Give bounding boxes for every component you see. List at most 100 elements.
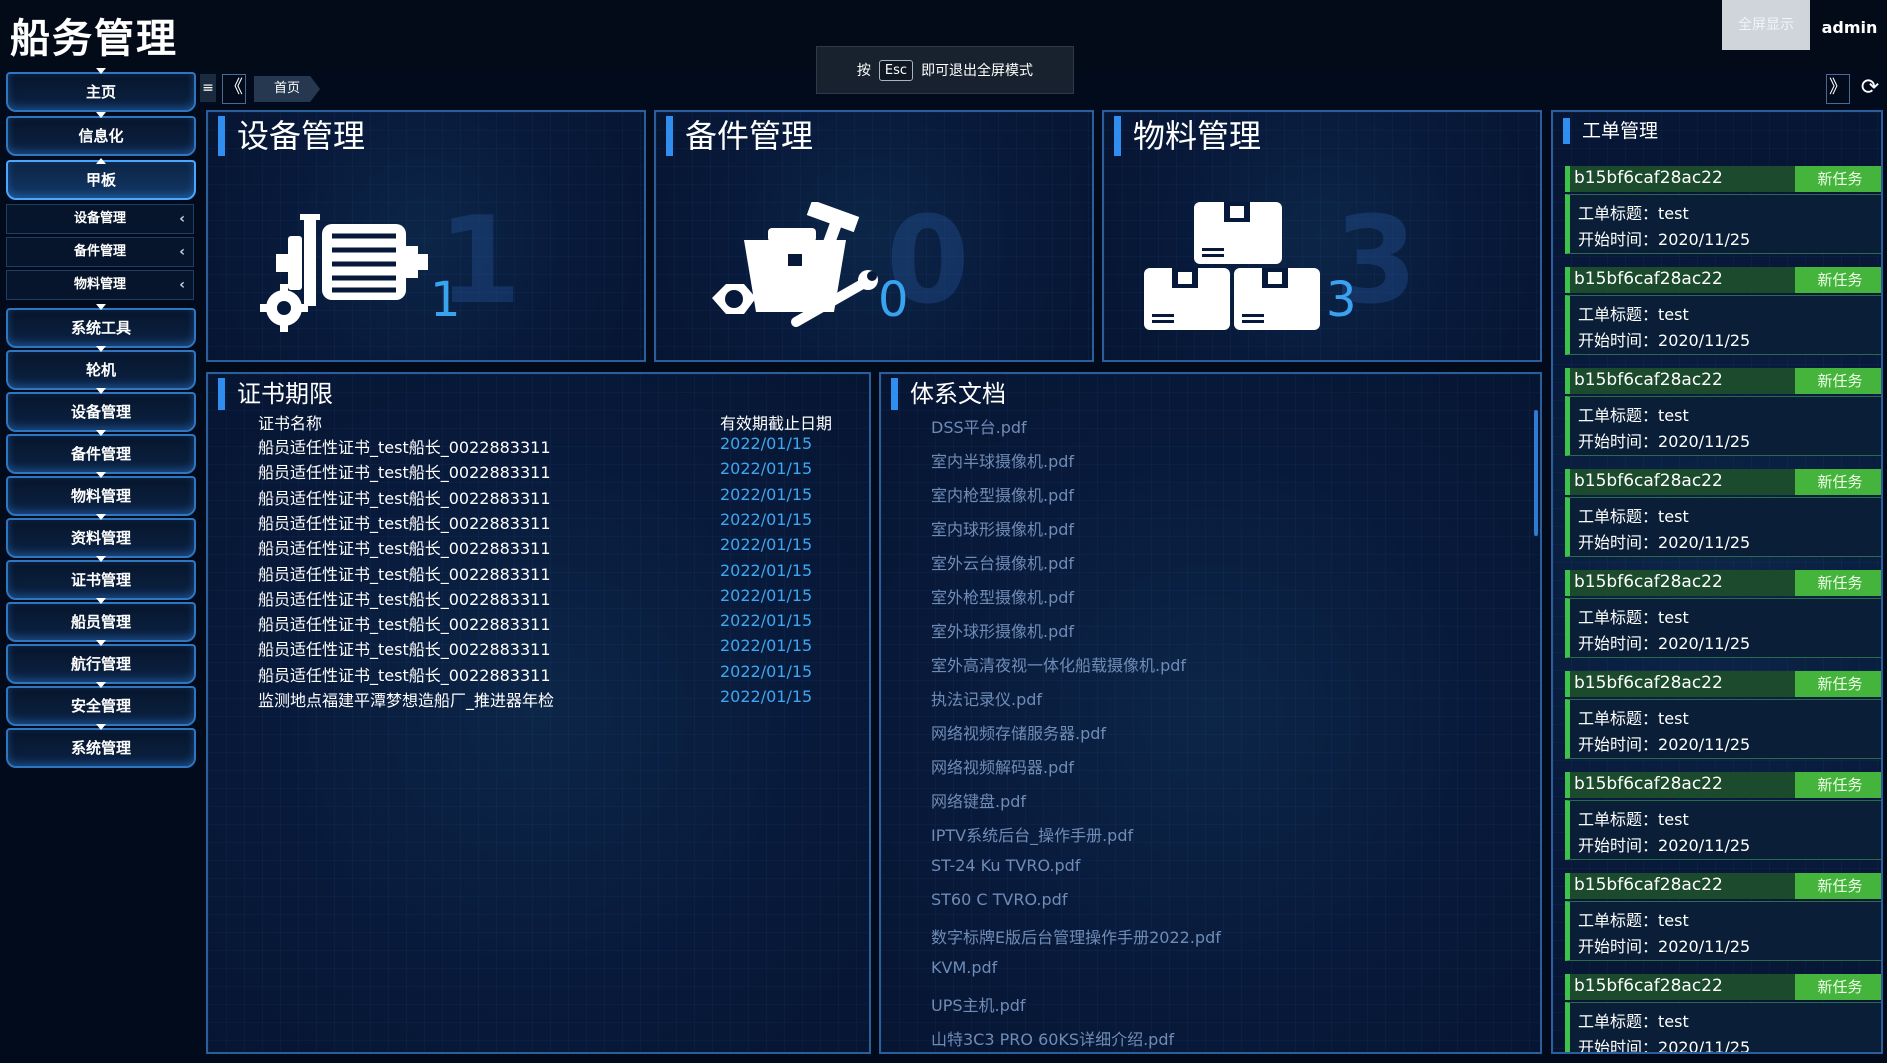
new-task-badge[interactable]: 新任务	[1795, 873, 1881, 899]
document-link[interactable]: IPTV系统后台_操作手册.pdf	[931, 822, 1133, 846]
menu-toggle-icon[interactable]: ≡	[200, 74, 216, 102]
refresh-icon[interactable]: ⟳	[1856, 74, 1884, 102]
work-order-card[interactable]: b15bf6caf28ac22 新任务 工单标题：test 开始时间：2020/11/…	[1565, 772, 1881, 864]
sidebar-item-materials[interactable]: 物料管理	[6, 472, 196, 516]
new-task-badge[interactable]: 新任务	[1795, 267, 1881, 293]
document-link[interactable]: 网络视频解码器.pdf	[931, 754, 1074, 778]
sidebar-item-spare-parts[interactable]: 备件管理	[6, 430, 196, 474]
user-menu[interactable]: admin	[1812, 0, 1887, 50]
work-order-header: b15bf6caf28ac22 新任务	[1565, 267, 1881, 293]
document-link[interactable]: 室外高清夜视一体化船载摄像机.pdf	[931, 652, 1186, 676]
table-row[interactable]: 船员适任性证书_test船长_0022883311 2022/01/15	[258, 662, 818, 687]
work-order-time-line: 开始时间：2020/11/25	[1578, 327, 1750, 351]
sidebar-subitem-materials[interactable]: 物料管理 ‹	[6, 270, 194, 300]
document-link[interactable]: 网络键盘.pdf	[931, 788, 1026, 812]
work-order-card[interactable]: b15bf6caf28ac22 新任务 工单标题：test 开始时间：2020/11/…	[1565, 469, 1881, 561]
sidebar-item-navigation[interactable]: 航行管理	[6, 640, 196, 684]
tab-home[interactable]: 首页	[254, 76, 320, 102]
document-link[interactable]: 数字标牌E版后台管理操作手册2022.pdf	[931, 924, 1221, 948]
table-row[interactable]: 船员适任性证书_test船长_0022883311 2022/01/15	[258, 510, 818, 535]
work-order-time: 2020/11/25	[1658, 634, 1751, 653]
work-order-card[interactable]: b15bf6caf28ac22 新任务 工单标题：test 开始时间：2020/11/…	[1565, 974, 1881, 1052]
stat-value: 0	[878, 272, 909, 328]
sidebar-subitem-spare-parts[interactable]: 备件管理 ‹	[6, 237, 194, 267]
work-order-title: test	[1658, 507, 1689, 526]
stat-panel-spare-parts[interactable]: 备件管理 0 0	[654, 110, 1094, 362]
document-link[interactable]: DSS平台.pdf	[931, 414, 1027, 438]
table-row[interactable]: 船员适任性证书_test船长_0022883311 2022/01/15	[258, 611, 818, 636]
sidebar-item-safety[interactable]: 安全管理	[6, 682, 196, 726]
sidebar-item-documents[interactable]: 资料管理	[6, 514, 196, 558]
table-row[interactable]: 船员适任性证书_test船长_0022883311 2022/01/15	[258, 535, 818, 560]
work-order-time-label: 开始时间：	[1578, 937, 1659, 956]
work-order-card[interactable]: b15bf6caf28ac22 新任务 工单标题：test 开始时间：2020/11/…	[1565, 166, 1881, 258]
stat-panel-equipment[interactable]: 设备管理 1 1	[206, 110, 646, 362]
new-task-badge[interactable]: 新任务	[1795, 772, 1881, 798]
table-row[interactable]: 船员适任性证书_test船长_0022883311 2022/01/15	[258, 459, 818, 484]
sidebar-item-deck[interactable]: 甲板	[6, 158, 196, 200]
document-link[interactable]: 室内枪型摄像机.pdf	[931, 482, 1074, 506]
sidebar-subitem-equipment[interactable]: 设备管理 ‹	[6, 204, 194, 234]
toolbox-icon	[712, 202, 878, 327]
new-task-badge[interactable]: 新任务	[1795, 469, 1881, 495]
document-link[interactable]: 室外枪型摄像机.pdf	[931, 584, 1074, 608]
work-order-card[interactable]: b15bf6caf28ac22 新任务 工单标题：test 开始时间：2020/11/…	[1565, 570, 1881, 662]
column-header-name: 证书名称	[258, 414, 323, 433]
work-order-card[interactable]: b15bf6caf28ac22 新任务 工单标题：test 开始时间：2020/11/…	[1565, 671, 1881, 763]
scrollbar-thumb[interactable]	[1534, 410, 1538, 536]
new-task-badge[interactable]: 新任务	[1795, 974, 1881, 1000]
document-link[interactable]: UPS主机.pdf	[931, 992, 1026, 1016]
work-order-title: test	[1658, 709, 1689, 728]
sidebar-item-certificates[interactable]: 证书管理	[6, 556, 196, 600]
work-order-header: b15bf6caf28ac22 新任务	[1565, 873, 1881, 899]
document-link[interactable]: 室外云台摄像机.pdf	[931, 550, 1074, 574]
document-link[interactable]: ST-24 Ku TVRO.pdf	[931, 856, 1080, 875]
document-link[interactable]: KVM.pdf	[931, 958, 997, 977]
work-order-title-label: 工单标题：	[1578, 305, 1659, 324]
work-order-id: b15bf6caf28ac22	[1574, 269, 1723, 289]
new-task-badge[interactable]: 新任务	[1795, 570, 1881, 596]
sidebar-item-engine[interactable]: 轮机	[6, 346, 196, 390]
certificate-expiry-date: 2022/01/15	[720, 535, 813, 555]
certificate-name: 船员适任性证书_test船长_0022883311	[258, 488, 551, 508]
sidebar-item-system[interactable]: 系统管理	[6, 724, 196, 768]
document-link[interactable]: 室内半球摄像机.pdf	[931, 448, 1074, 472]
new-task-badge[interactable]: 新任务	[1795, 166, 1881, 192]
document-link[interactable]: 网络视频存储服务器.pdf	[931, 720, 1106, 744]
document-link[interactable]: ST60 C TVRO.pdf	[931, 890, 1067, 909]
table-row[interactable]: 船员适任性证书_test船长_0022883311 2022/01/15	[258, 636, 818, 661]
table-row[interactable]: 船员适任性证书_test船长_0022883311 2022/01/15	[258, 561, 818, 586]
boxes-icon	[1144, 202, 1320, 330]
certificate-expiry-date: 2022/01/15	[720, 611, 813, 631]
sidebar-item-home[interactable]: 主页	[6, 68, 196, 112]
work-order-body: 工单标题：test 开始时间：2020/11/25	[1565, 598, 1881, 658]
tab-prev-icon[interactable]: 《	[222, 74, 246, 104]
table-row[interactable]: 船员适任性证书_test船长_0022883311 2022/01/15	[258, 485, 818, 510]
stat-panel-materials[interactable]: 物料管理 3 3	[1102, 110, 1542, 362]
sidebar-item-equipment[interactable]: 设备管理	[6, 388, 196, 432]
new-task-badge[interactable]: 新任务	[1795, 368, 1881, 394]
sidebar-item-system-tools[interactable]: 系统工具	[6, 304, 196, 348]
work-order-card[interactable]: b15bf6caf28ac22 新任务 工单标题：test 开始时间：2020/11/…	[1565, 267, 1881, 359]
certificate-name: 船员适任性证书_test船长_0022883311	[258, 539, 551, 559]
work-order-header: b15bf6caf28ac22 新任务	[1565, 570, 1881, 596]
panel-title: 体系文档	[891, 378, 1006, 410]
chevron-left-icon: ‹	[179, 211, 185, 227]
work-order-card[interactable]: b15bf6caf28ac22 新任务 工单标题：test 开始时间：2020/11/…	[1565, 873, 1881, 965]
document-link[interactable]: 山特3C3 PRO 60KS详细介绍.pdf	[931, 1026, 1174, 1050]
work-order-title-line: 工单标题：test	[1578, 503, 1689, 527]
work-order-card[interactable]: b15bf6caf28ac22 新任务 工单标题：test 开始时间：2020/11/…	[1565, 368, 1881, 460]
new-task-badge[interactable]: 新任务	[1795, 671, 1881, 697]
document-link[interactable]: 室外球形摄像机.pdf	[931, 618, 1074, 642]
table-row[interactable]: 监测地点福建平潭梦想造船厂_推进器年检 2022/01/15	[258, 687, 818, 712]
document-link[interactable]: 执法记录仪.pdf	[931, 686, 1042, 710]
fullscreen-button[interactable]: 全屏显示	[1722, 0, 1810, 50]
table-row[interactable]: 船员适任性证书_test船长_0022883311 2022/01/15	[258, 586, 818, 611]
table-row[interactable]: 船员适任性证书_test船长_0022883311 2022/01/15	[258, 434, 818, 459]
tab-next-icon[interactable]: 》	[1826, 74, 1850, 104]
work-order-time-line: 开始时间：2020/11/25	[1578, 630, 1750, 654]
document-link[interactable]: 室内球形摄像机.pdf	[931, 516, 1074, 540]
sidebar-item-informatization[interactable]: 信息化	[6, 112, 196, 156]
certificate-name: 监测地点福建平潭梦想造船厂_推进器年检	[258, 691, 555, 710]
sidebar-item-crew[interactable]: 船员管理	[6, 598, 196, 642]
